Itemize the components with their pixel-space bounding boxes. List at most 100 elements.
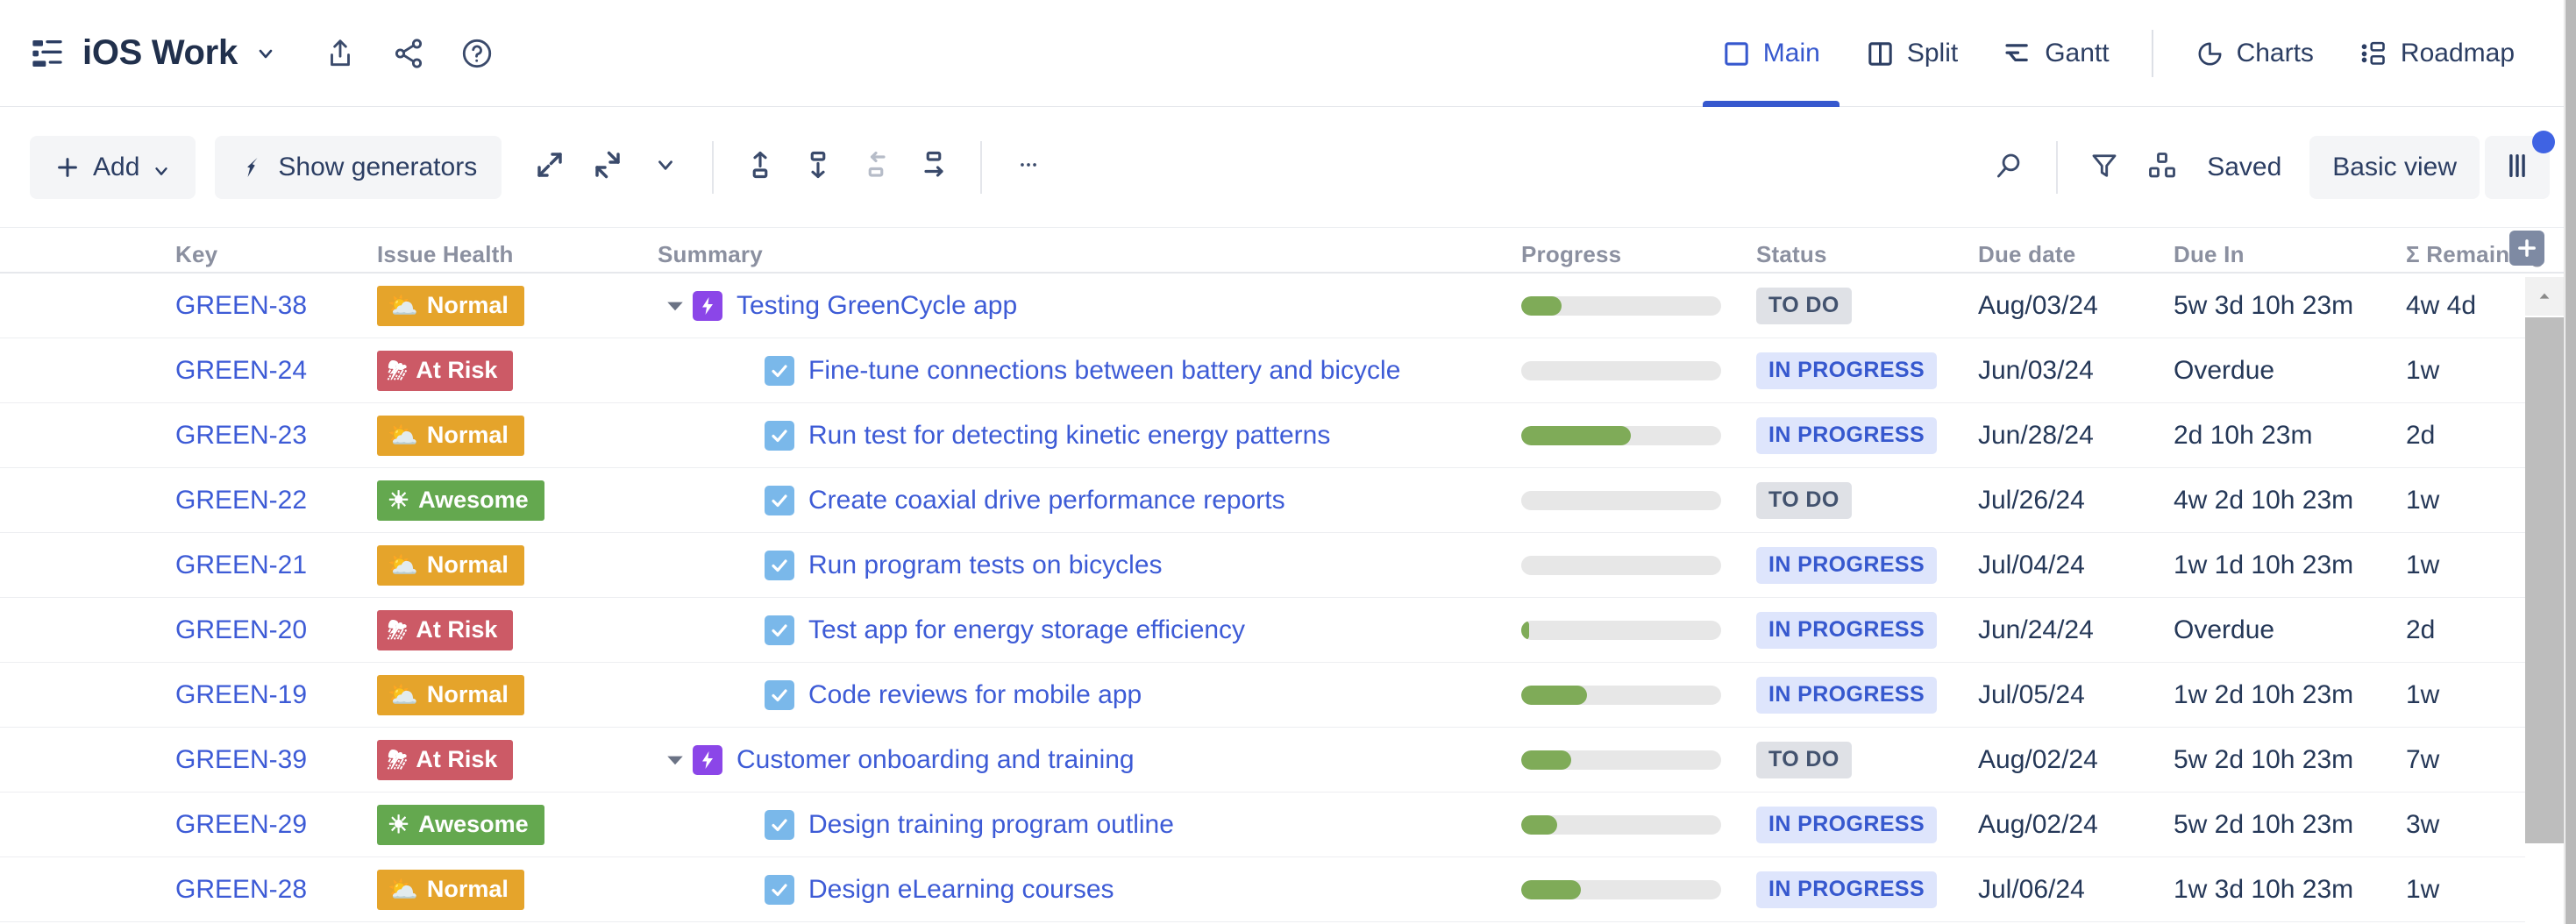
status-badge[interactable]: IN PROGRESS (1756, 546, 1938, 584)
tab-roadmap[interactable]: Roadmap (2337, 0, 2537, 107)
table-row[interactable]: GREEN-21 ⛅ Normal Run program tests on bicy… (0, 533, 2576, 598)
health-badge[interactable]: ⛅ Normal (377, 869, 524, 910)
column-header-health[interactable]: Issue Health (377, 228, 658, 272)
progress-bar[interactable] (1521, 360, 1721, 380)
summary-link[interactable]: Design eLearning courses (808, 875, 1114, 905)
summary-link[interactable]: Design training program outline (808, 810, 1174, 840)
table-row[interactable]: GREEN-28 ⛅ Normal Design eLearning courses I… (0, 857, 2576, 922)
status-badge[interactable]: TO DO (1756, 741, 1852, 778)
basic-view-button[interactable]: Basic view (2309, 136, 2480, 199)
page-scrollbar-thumb[interactable] (2565, 0, 2576, 924)
tab-split[interactable]: Split (1843, 0, 1981, 107)
tab-gantt[interactable]: Gantt (1981, 0, 2131, 107)
health-badge[interactable]: ⛅ Normal (377, 415, 524, 456)
expand-collapse-chevron-icon[interactable] (658, 728, 693, 792)
health-badge[interactable]: ⛅ Normal (377, 544, 524, 586)
issue-key-link[interactable]: GREEN-22 (175, 486, 307, 515)
progress-bar[interactable] (1521, 685, 1721, 705)
summary-link[interactable]: Run program tests on bicycles (808, 551, 1163, 580)
move-up-button[interactable] (731, 139, 789, 196)
table-row[interactable]: GREEN-23 ⛅ Normal Run test for detecting ki… (0, 403, 2576, 468)
tab-charts[interactable]: Charts (2173, 0, 2337, 107)
issue-key-link[interactable]: GREEN-20 (175, 615, 307, 645)
move-down-button[interactable] (789, 139, 847, 196)
column-header-due-in[interactable]: Due In (2174, 228, 2406, 272)
column-header-key[interactable]: Key (175, 228, 377, 272)
expand-all-button[interactable] (521, 139, 579, 196)
issue-key-link[interactable]: GREEN-38 (175, 291, 307, 321)
issue-key-link[interactable]: GREEN-28 (175, 875, 307, 905)
collapse-all-button[interactable] (579, 139, 637, 196)
summary-link[interactable]: Testing GreenCycle app (737, 291, 1017, 321)
health-badge[interactable]: ⛅ Normal (377, 674, 524, 715)
health-badge[interactable]: ☀ Awesome (377, 804, 544, 845)
status-badge[interactable]: IN PROGRESS (1756, 611, 1938, 649)
status-badge[interactable]: TO DO (1756, 481, 1852, 519)
column-header-progress[interactable]: Progress (1521, 228, 1756, 272)
summary-link[interactable]: Run test for detecting kinetic energy pa… (808, 421, 1330, 451)
column-header-summary[interactable]: Summary (658, 228, 1521, 272)
health-badge[interactable]: ⛈ At Risk (377, 609, 514, 650)
status-badge[interactable]: IN PROGRESS (1756, 806, 1938, 843)
progress-bar[interactable] (1521, 425, 1721, 445)
table-row[interactable]: GREEN-38 ⛅ Normal Testing GreenCycle app TO … (0, 274, 2576, 338)
outdent-button[interactable] (847, 139, 905, 196)
filter-button[interactable] (2075, 139, 2133, 196)
health-badge[interactable]: ⛈ At Risk (377, 739, 514, 780)
health-badge[interactable]: ⛈ At Risk (377, 350, 514, 391)
status-badge[interactable]: IN PROGRESS (1756, 416, 1938, 454)
add-column-button[interactable] (2509, 231, 2544, 266)
page-scrollbar[interactable] (2564, 0, 2576, 924)
summary-link[interactable]: Test app for energy storage efficiency (808, 615, 1245, 645)
expand-collapse-chevron-icon[interactable] (658, 274, 693, 338)
progress-bar[interactable] (1521, 620, 1721, 640)
table-row[interactable]: GREEN-39 ⛈ At Risk Customer onboarding and … (0, 728, 2576, 793)
progress-bar[interactable] (1521, 490, 1721, 510)
status-badge[interactable]: IN PROGRESS (1756, 871, 1938, 908)
columns-button[interactable] (2485, 131, 2555, 199)
table-row[interactable]: GREEN-20 ⛈ At Risk Test app for energy stor… (0, 598, 2576, 663)
search-button[interactable] (1981, 139, 2039, 196)
issue-key-link[interactable]: GREEN-24 (175, 356, 307, 386)
table-row[interactable]: GREEN-29 ☀ Awesome Design training program … (0, 793, 2576, 857)
summary-link[interactable]: Code reviews for mobile app (808, 680, 1142, 710)
indent-button[interactable] (905, 139, 963, 196)
issue-key-link[interactable]: GREEN-19 (175, 680, 307, 710)
saved-views-button[interactable]: Saved (2191, 137, 2311, 198)
share-icon[interactable] (392, 37, 425, 70)
progress-bar[interactable] (1521, 555, 1721, 575)
issue-key-link[interactable]: GREEN-39 (175, 745, 307, 775)
progress-bar[interactable] (1521, 814, 1721, 835)
column-header-due-date[interactable]: Due date (1978, 228, 2174, 272)
add-button[interactable]: Add (30, 135, 196, 199)
scroll-up-button[interactable] (2525, 277, 2564, 316)
issue-key-link[interactable]: GREEN-23 (175, 421, 307, 451)
tab-main[interactable]: Main (1699, 0, 1843, 107)
expand-level-button[interactable] (637, 139, 694, 196)
help-icon[interactable] (460, 37, 494, 70)
show-generators-button[interactable]: Show generators (215, 135, 502, 199)
board-identity[interactable]: iOS Work (30, 33, 276, 73)
table-row[interactable]: GREEN-24 ⛈ At Risk Fine-tune connections be… (0, 338, 2576, 403)
chevron-down-icon[interactable] (255, 43, 276, 64)
status-badge[interactable]: TO DO (1756, 287, 1852, 324)
group-by-button[interactable] (2133, 139, 2191, 196)
issue-key-link[interactable]: GREEN-21 (175, 551, 307, 580)
summary-link[interactable]: Create coaxial drive performance reports (808, 486, 1285, 515)
table-vertical-scrollbar[interactable] (2525, 277, 2564, 924)
issue-key-link[interactable]: GREEN-29 (175, 810, 307, 840)
more-options-button[interactable] (1000, 139, 1057, 196)
progress-bar[interactable] (1521, 750, 1721, 770)
export-icon[interactable] (324, 37, 357, 70)
health-badge[interactable]: ⛅ Normal (377, 285, 524, 326)
table-row[interactable]: GREEN-22 ☀ Awesome Create coaxial drive per… (0, 468, 2576, 533)
table-row[interactable]: GREEN-19 ⛅ Normal Code reviews for mobile a… (0, 663, 2576, 728)
summary-link[interactable]: Fine-tune connections between battery an… (808, 356, 1400, 386)
progress-bar[interactable] (1521, 879, 1721, 899)
scrollbar-thumb[interactable] (2525, 317, 2564, 843)
summary-link[interactable]: Customer onboarding and training (737, 745, 1135, 775)
progress-bar[interactable] (1521, 295, 1721, 316)
status-badge[interactable]: IN PROGRESS (1756, 676, 1938, 714)
health-badge[interactable]: ☀ Awesome (377, 480, 544, 521)
column-header-status[interactable]: Status (1756, 228, 1978, 272)
